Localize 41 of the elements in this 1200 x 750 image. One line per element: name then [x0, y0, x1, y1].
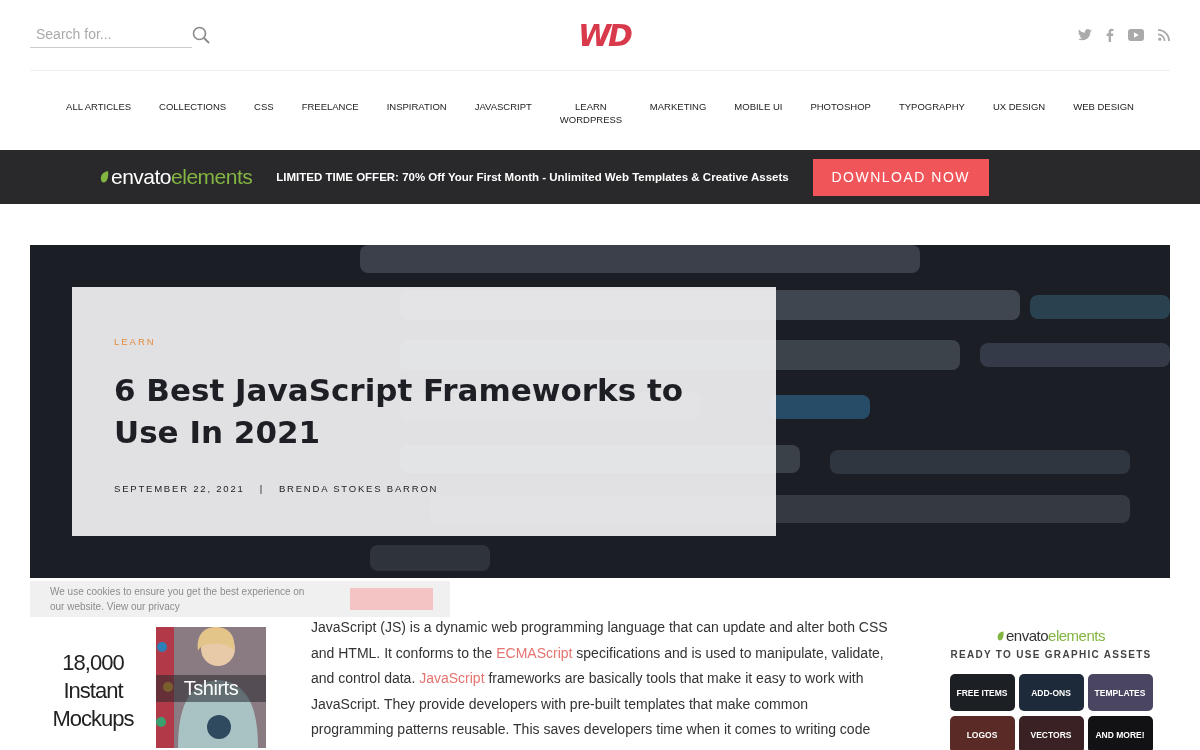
site-logo[interactable]: WD	[578, 17, 630, 53]
nav-link[interactable]: LEARN WORDPRESS	[559, 100, 622, 126]
meta-separator: |	[259, 483, 264, 494]
nav-link[interactable]: CSS	[254, 100, 274, 113]
ad-headline: Mockups	[52, 705, 134, 733]
nav-link[interactable]: MOBILE UI	[734, 100, 783, 113]
ad-headline: 18,000	[62, 649, 124, 677]
publish-date: SEPTEMBER 22, 2021	[114, 483, 245, 494]
category-tile[interactable]: LOGOS	[949, 716, 1015, 750]
nav-link[interactable]: MARKETING	[649, 100, 707, 113]
category-tile[interactable]: FREE ITEMS	[949, 674, 1015, 711]
ad-label: Tshirts	[156, 675, 266, 702]
cookie-text: We use cookies to ensure you get the best experience on	[50, 585, 305, 599]
author-name[interactable]: BRENDA STOKES BARRON	[278, 483, 439, 494]
envato-elements-logo[interactable]: envatoelements	[997, 627, 1105, 644]
nav-link[interactable]: PHOTOSHOP	[810, 100, 871, 113]
nav-link[interactable]: UX DESIGN	[992, 100, 1046, 113]
facebook-icon[interactable]	[1106, 28, 1114, 42]
search-icon[interactable]	[192, 26, 210, 44]
nav-link[interactable]: WEB DESIGN	[1073, 100, 1134, 113]
category-tile[interactable]: TEMPLATES	[1087, 674, 1153, 711]
search-field[interactable]: Search for...	[30, 22, 192, 48]
nav-link[interactable]: FREELANCE	[301, 100, 359, 113]
nav-link[interactable]: ALL ARTICLES	[66, 100, 132, 113]
envato-elements-logo[interactable]: envatoelements	[100, 165, 253, 189]
sidebar-tagline: READY TO USE GRAPHIC ASSETS	[950, 649, 1152, 660]
article-title: 6 Best JavaScript Frameworks to Use In 2021	[114, 371, 684, 452]
youtube-icon[interactable]	[1128, 29, 1144, 41]
ad-headline: Instant	[63, 677, 123, 705]
rss-icon[interactable]	[1158, 29, 1170, 41]
offer-text: LIMITED TIME OFFER: 70% Off Your First Month - Unlimited Web Templates & Creative Assets	[276, 171, 789, 183]
nav-link[interactable]: COLLECTIONS	[159, 100, 227, 113]
category-tile[interactable]: AND MORE!	[1087, 716, 1153, 750]
cookie-text: our website. View our privacy	[50, 600, 180, 614]
nav-link[interactable]: TYPOGRAPHY	[898, 100, 965, 113]
bird-icon[interactable]	[1078, 29, 1092, 41]
category-tile[interactable]: ADD-ONS	[1018, 674, 1084, 711]
nav-link[interactable]: INSPIRATION	[386, 100, 447, 113]
nav-link[interactable]: JAVASCRIPT	[474, 100, 532, 113]
article-paragraph: JavaScript (JS) is a dynamic web programming language that can update and alter both CSS and HTML. It conforms to the ECMAScript specifications and is used to manipulate, validate, and control data. JavaScript frameworks are basically tools that make it easy to work with JavaScript. They provide developers with pre-built templates that make common programming patterns reusable. This saves developers time when it comes to writing code	[311, 618, 889, 739]
category-tile[interactable]: VECTORS	[1018, 716, 1084, 750]
